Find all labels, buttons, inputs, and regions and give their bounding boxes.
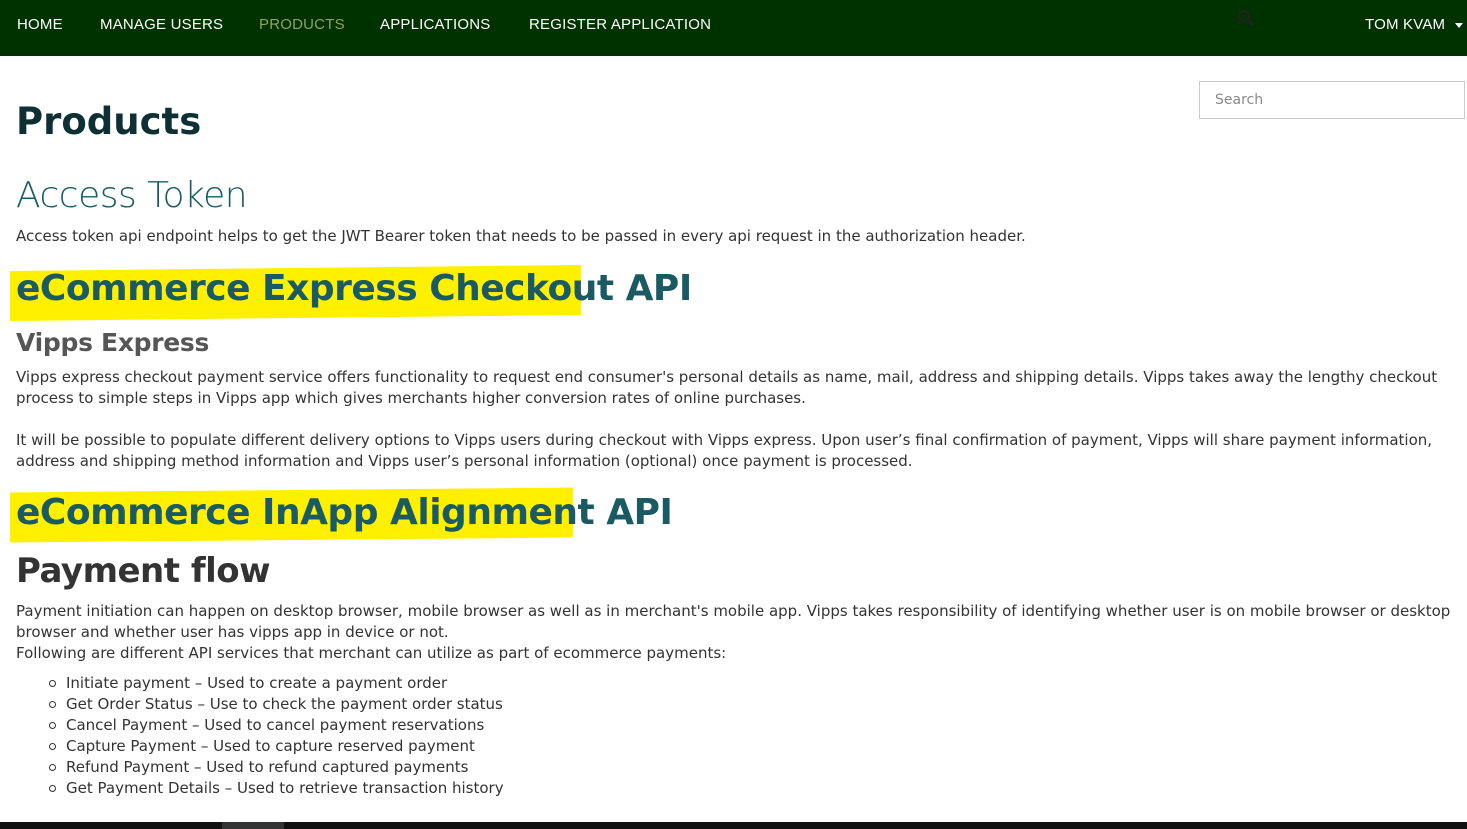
list-item: Get Payment Details – Used to retrieve t… — [49, 779, 504, 797]
horizontal-scrollbar[interactable] — [0, 822, 1467, 829]
express-paragraph-2: It will be possible to populate differen… — [16, 431, 1433, 470]
section-heading-inapp-alignment: eCommerce InApp Alignment API — [16, 492, 673, 533]
list-item: Capture Payment – Used to capture reserv… — [49, 736, 504, 757]
nav-home[interactable]: HOME — [17, 16, 63, 33]
search-box — [1199, 81, 1465, 119]
nav-products[interactable]: PRODUCTS — [259, 16, 345, 33]
caret-down-icon[interactable] — [1455, 23, 1463, 28]
access-token-description: Access token api endpoint helps to get t… — [16, 227, 1026, 245]
list-item: Cancel Payment – Used to cancel payment … — [49, 715, 504, 736]
payment-services-list: Initiate payment – Used to create a paym… — [16, 673, 504, 799]
search-input[interactable] — [1200, 82, 1435, 118]
search-icon[interactable] — [1237, 9, 1255, 27]
list-item: Get Order Status – Use to check the paym… — [49, 695, 503, 713]
subheading-vipps-express: Vipps Express — [16, 328, 210, 357]
list-item: Initiate payment – Used to create a paym… — [49, 673, 504, 694]
page-title: Products — [16, 100, 202, 143]
list-item: Refund Payment – Used to refund captured… — [49, 757, 504, 778]
nav-manage-users[interactable]: MANAGE USERS — [100, 16, 223, 33]
section-heading-access-token: Access Token — [16, 175, 248, 216]
express-paragraph-1: Vipps express checkout payment service o… — [16, 368, 1438, 407]
nav-applications[interactable]: APPLICATIONS — [380, 16, 490, 33]
payment-flow-paragraph: Payment initiation can happen on desktop… — [16, 602, 1451, 641]
nav-register-application[interactable]: REGISTER APPLICATION — [529, 16, 711, 33]
scrollbar-thumb[interactable] — [222, 822, 284, 829]
subheading-payment-flow: Payment flow — [16, 551, 271, 591]
section-heading-express-checkout: eCommerce Express Checkout API — [16, 268, 692, 309]
user-menu[interactable]: TOM KVAM — [1365, 16, 1445, 33]
payment-services-intro: Following are different API services tha… — [16, 644, 727, 662]
